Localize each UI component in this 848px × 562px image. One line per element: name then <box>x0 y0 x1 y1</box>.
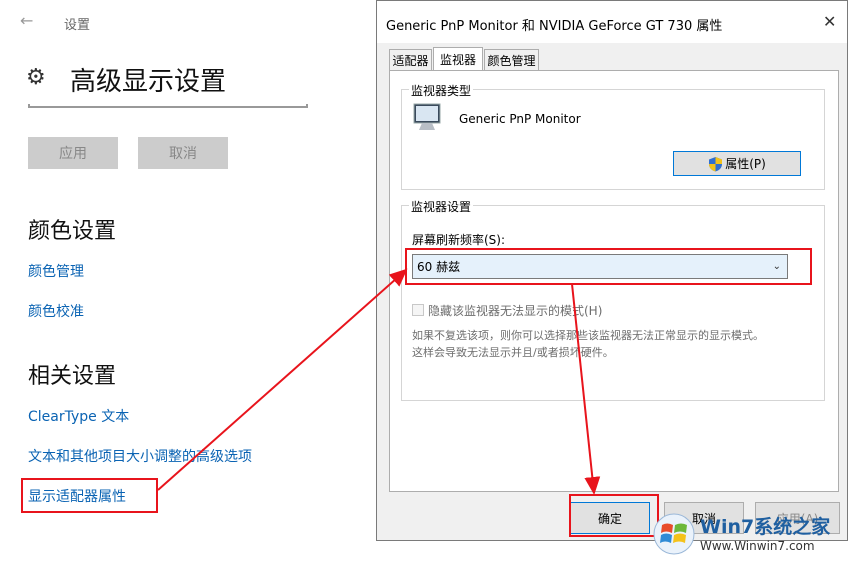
annotation-arrows <box>157 268 601 495</box>
watermark-url: Www.Winwin7.com <box>700 539 815 553</box>
arrow-to-ok-button <box>571 283 601 495</box>
windows-logo-icon <box>653 513 695 555</box>
watermark-brand: Win7系统之家 <box>700 516 831 538</box>
arrow-to-refresh-rate <box>157 268 408 491</box>
